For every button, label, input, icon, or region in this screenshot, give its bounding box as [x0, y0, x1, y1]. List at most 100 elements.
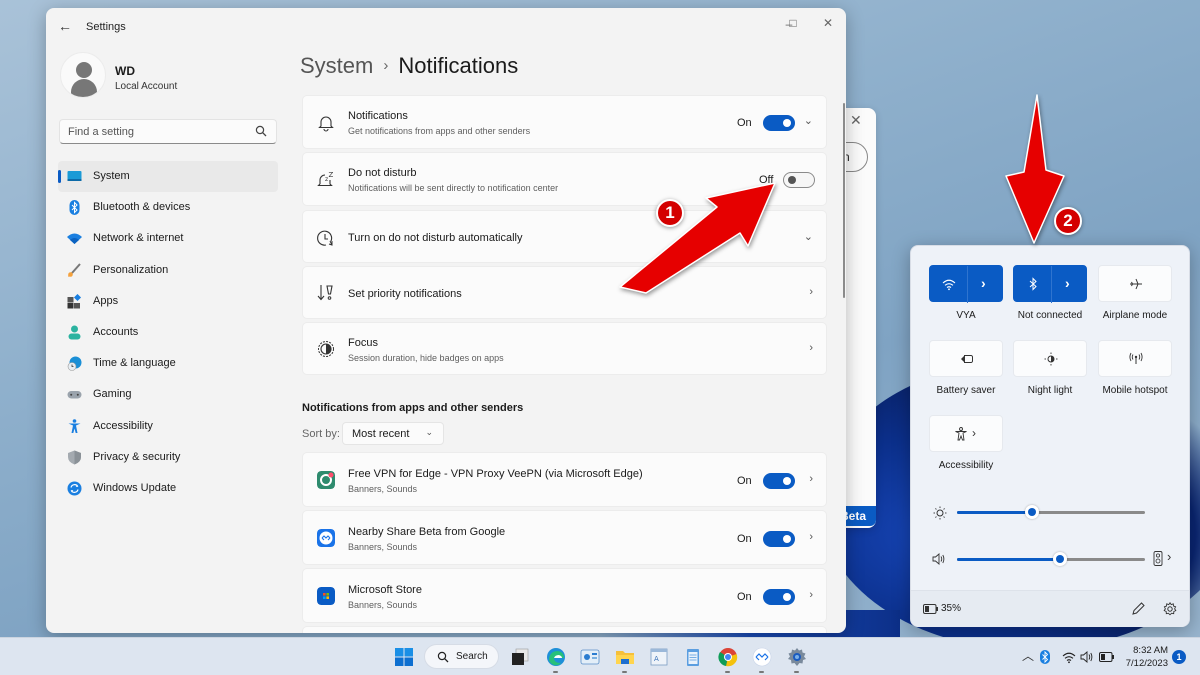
avatar[interactable]: [60, 52, 106, 98]
sidebar-item-gaming[interactable]: Gaming: [58, 379, 278, 410]
edit-pencil-icon[interactable]: [1131, 602, 1145, 616]
edge-browser-icon[interactable]: [546, 647, 566, 667]
accessibility-tile[interactable]: ›: [929, 415, 1003, 452]
running-indicator: [759, 671, 764, 673]
chevron-right-icon[interactable]: ›: [809, 342, 813, 354]
sidebar-item-windows-update[interactable]: Windows Update: [58, 473, 278, 504]
chrome-browser-icon[interactable]: [718, 647, 738, 667]
toggle-state-label: On: [737, 533, 752, 545]
night-light-icon: [1044, 352, 1058, 366]
maximize-button[interactable]: □: [778, 13, 808, 33]
toggle-state-label: On: [737, 475, 752, 487]
tile-label: Night light: [1027, 385, 1073, 396]
bluetooth-tile[interactable]: ›: [1013, 265, 1087, 303]
priority-notifications-card[interactable]: Set priority notifications ›: [302, 266, 827, 319]
wordpad-icon[interactable]: A: [649, 647, 669, 667]
tray-battery-icon[interactable]: [1099, 650, 1115, 664]
brightness-slider[interactable]: [957, 505, 1145, 519]
tray-bluetooth-icon[interactable]: [1040, 650, 1050, 664]
notifications-setting-card[interactable]: Notifications Get notifications from app…: [302, 95, 827, 149]
task-view-icon[interactable]: [510, 647, 530, 667]
toggle-state-label: On: [737, 117, 752, 129]
chevron-down-icon[interactable]: ⌄: [804, 114, 813, 127]
volume-slider[interactable]: [957, 552, 1145, 566]
accessibility-icon: [68, 418, 81, 433]
title-bar: ← Settings –: [46, 8, 846, 46]
show-hidden-icons-chevron[interactable]: ︿: [1022, 647, 1034, 664]
search-icon[interactable]: [255, 125, 267, 137]
sort-by-value: Most recent: [352, 428, 410, 440]
sidebar-item-network[interactable]: Network & internet: [58, 223, 278, 254]
sidebar-item-personalization[interactable]: Personalization: [58, 255, 278, 286]
settings-gear-icon[interactable]: [1163, 602, 1177, 616]
photos-app-icon[interactable]: [580, 647, 600, 667]
mobile-hotspot-tile[interactable]: [1098, 340, 1172, 377]
brightness-slider-thumb[interactable]: [1025, 505, 1040, 519]
app-notification-row[interactable]: Free VPN for Edge - VPN Proxy VeePN (via…: [302, 452, 827, 507]
content-scrollbar[interactable]: [843, 103, 845, 298]
audio-output-arrow[interactable]: ›: [1167, 549, 1171, 564]
app-notification-row[interactable]: Nearby Share Beta from Google Banners, S…: [302, 510, 827, 565]
file-explorer-icon[interactable]: [615, 647, 635, 667]
settings-window: ← Settings – □ ✕ WD Local Account Find a…: [46, 8, 846, 633]
sidebar-item-bluetooth[interactable]: Bluetooth & devices: [58, 192, 278, 223]
nearby-share-icon[interactable]: [752, 647, 772, 667]
notepad-icon[interactable]: [683, 647, 703, 667]
sidebar-item-apps[interactable]: Apps: [58, 286, 278, 317]
tray-volume-icon[interactable]: [1080, 650, 1094, 664]
focus-card[interactable]: Focus Session duration, hide badges on a…: [302, 322, 827, 375]
start-button-icon[interactable]: [394, 647, 414, 667]
taskbar-search-button[interactable]: Search: [424, 644, 499, 669]
chevron-right-icon[interactable]: ›: [809, 531, 813, 543]
sidebar-item-accounts[interactable]: Accounts: [58, 317, 278, 348]
settings-app-icon[interactable]: [787, 647, 807, 667]
accounts-icon: [68, 325, 81, 340]
battery-saver-tile[interactable]: [929, 340, 1003, 377]
priority-icon: [317, 285, 333, 301]
speaker-device-icon[interactable]: [1153, 551, 1163, 566]
background-window-close-icon[interactable]: ✕: [850, 112, 862, 129]
toggle-state-label: On: [737, 591, 752, 603]
app-notification-toggle[interactable]: [763, 531, 795, 547]
sidebar-item-system[interactable]: System: [58, 161, 278, 193]
volume-icon[interactable]: [932, 552, 946, 566]
setting-title: Set priority notifications: [348, 288, 462, 300]
do-not-disturb-toggle[interactable]: [783, 172, 815, 188]
sidebar-item-time-language[interactable]: Time & language: [58, 348, 278, 379]
app-notification-row[interactable]: Microsoft Store Banners, Sounds On ›: [302, 568, 827, 623]
setting-title: Focus: [348, 337, 378, 349]
volume-slider-thumb[interactable]: [1053, 552, 1068, 566]
window-title: Settings: [86, 21, 126, 33]
dnd-automatic-card[interactable]: Turn on do not disturb automatically ⌄: [302, 210, 827, 263]
app-notification-row-partial[interactable]: [302, 626, 827, 633]
find-setting-input[interactable]: Find a setting: [59, 119, 277, 144]
wifi-expand-arrow[interactable]: ›: [981, 275, 986, 291]
app-notification-toggle[interactable]: [763, 589, 795, 605]
chevron-right-icon[interactable]: ›: [809, 473, 813, 485]
notification-count-badge[interactable]: 1: [1172, 650, 1186, 664]
chevron-down-icon[interactable]: ⌄: [804, 230, 813, 243]
bluetooth-expand-arrow[interactable]: ›: [1065, 275, 1070, 291]
user-name: WD: [115, 64, 135, 78]
app-notification-toggle[interactable]: [763, 473, 795, 489]
sidebar-item-privacy[interactable]: Privacy & security: [58, 442, 278, 473]
wifi-tile[interactable]: ›: [929, 265, 1003, 303]
notifications-toggle[interactable]: [763, 115, 795, 131]
running-indicator: [553, 671, 558, 673]
night-light-tile[interactable]: [1013, 340, 1087, 377]
breadcrumb-parent[interactable]: System: [300, 53, 373, 78]
search-icon: [437, 651, 449, 663]
search-placeholder: Find a setting: [68, 126, 135, 138]
chevron-right-icon[interactable]: ›: [809, 286, 813, 298]
do-not-disturb-card[interactable]: zZ Do not disturb Notifications will be …: [302, 152, 827, 206]
sort-by-dropdown[interactable]: Most recent ⌄: [342, 422, 444, 445]
accessibility-expand-arrow[interactable]: ›: [972, 426, 976, 440]
taskbar-clock[interactable]: 8:32 AM 7/12/2023: [1124, 644, 1168, 670]
tray-wifi-icon[interactable]: [1062, 650, 1076, 664]
tile-label: VYA: [956, 310, 976, 321]
airplane-mode-tile[interactable]: [1098, 265, 1172, 302]
chevron-right-icon[interactable]: ›: [809, 589, 813, 601]
back-arrow-icon[interactable]: ←: [58, 18, 72, 34]
sidebar-item-accessibility[interactable]: Accessibility: [58, 411, 278, 442]
close-button[interactable]: ✕: [813, 13, 843, 33]
